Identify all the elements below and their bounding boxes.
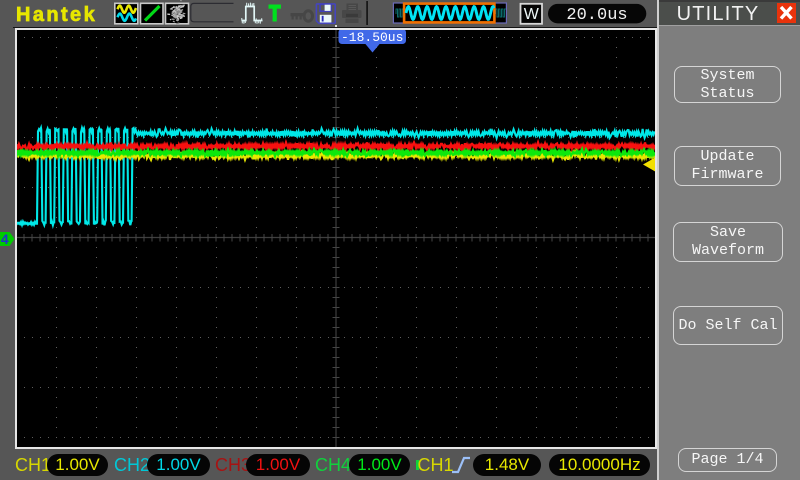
svg-text:20.0us: 20.0us (566, 6, 627, 25)
svg-text:-18.50us: -18.50us (341, 30, 403, 45)
svg-text:4: 4 (1, 231, 9, 247)
svg-text:W: W (524, 6, 540, 23)
